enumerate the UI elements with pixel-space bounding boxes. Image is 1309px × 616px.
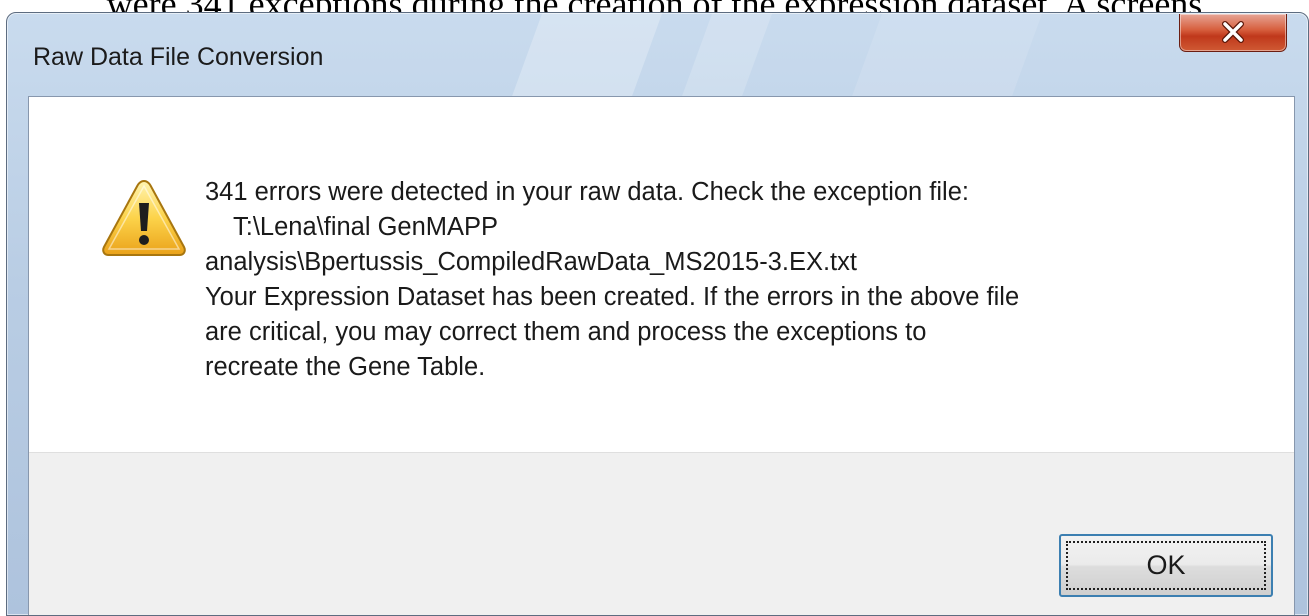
message-line: Your Expression Dataset has been created… bbox=[205, 283, 1020, 311]
message-line: analysis\Bpertussis_CompiledRawData_MS20… bbox=[205, 248, 857, 276]
dialog-title: Raw Data File Conversion bbox=[33, 43, 324, 71]
message-line: recreate the Gene Table. bbox=[205, 353, 486, 381]
page: were 341 exceptions during the creation … bbox=[0, 0, 1309, 616]
message-line: T:\Lena\final GenMAPP bbox=[233, 213, 499, 241]
dialog-window: Raw Data File Conversion 341 errors were… bbox=[6, 12, 1309, 616]
message-area: 341 errors were detected in your raw dat… bbox=[29, 97, 1294, 452]
message-line: 341 errors were detected in your raw dat… bbox=[205, 178, 969, 206]
close-icon bbox=[1222, 21, 1244, 43]
frame-glass-streak bbox=[511, 13, 663, 97]
message-line: are critical, you may correct them and p… bbox=[205, 318, 927, 346]
close-button[interactable] bbox=[1179, 14, 1287, 52]
warning-icon bbox=[102, 179, 186, 256]
frame-glass-streak bbox=[851, 13, 1043, 97]
button-area: OK bbox=[29, 452, 1294, 615]
dialog-client-area: 341 errors were detected in your raw dat… bbox=[28, 96, 1295, 615]
ok-button-label: OK bbox=[1146, 550, 1186, 580]
message-text: 341 errors were detected in your raw dat… bbox=[205, 175, 1265, 385]
ok-button[interactable]: OK bbox=[1059, 534, 1273, 597]
frame-glass-streak bbox=[681, 13, 773, 97]
